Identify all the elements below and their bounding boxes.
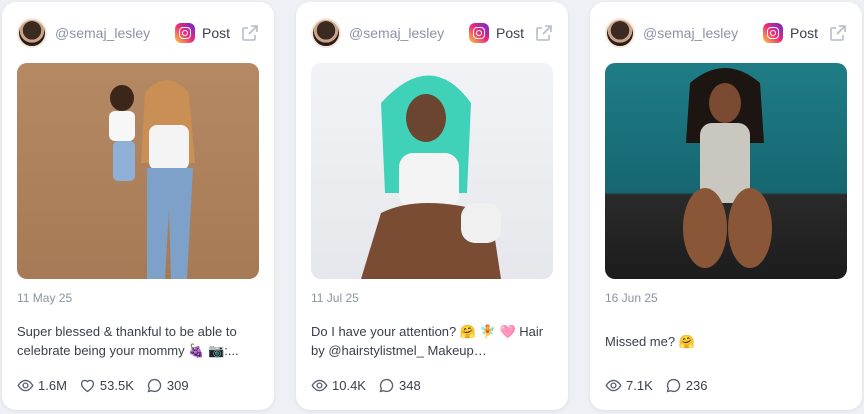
author-handle[interactable]: @semaj_lesley [55,25,175,41]
comments-count: 236 [685,378,708,393]
external-link-icon[interactable] [240,23,260,43]
views-stat: 10.4K [311,377,366,394]
platform-label: Post [201,25,230,41]
avatar[interactable] [605,18,635,48]
external-link-icon[interactable] [828,23,848,43]
comments-stat: 348 [378,377,421,394]
post-card[interactable]: @semaj_lesley Post 11 May 25 Super bless… [2,2,274,410]
author-handle[interactable]: @semaj_lesley [643,25,763,41]
instagram-icon [174,23,195,43]
instagram-icon [762,23,783,43]
post-caption: Do I have your attention? 🤗 🧚 🩷 Hair by … [311,324,544,358]
post-header: @semaj_lesley Post [17,16,260,50]
avatar[interactable] [311,18,341,48]
instagram-icon [468,23,489,43]
post-caption: Super blessed & thankful to be able to c… [17,324,239,358]
post-stats: 7.1K 236 [605,377,719,394]
eye-icon [605,379,622,392]
eye-icon [311,379,328,392]
post-card[interactable]: @semaj_lesley Post 11 Jul 25 Do I have y… [296,2,568,410]
avatar[interactable] [17,18,47,48]
post-card[interactable]: @semaj_lesley Post 16 Jun 25 Missed me? … [590,2,862,410]
likes-stat: 53.5K [79,377,134,394]
comment-icon [147,378,162,393]
post-header: @semaj_lesley Post [311,16,554,50]
views-stat: 1.6M [17,377,67,394]
post-stats: 10.4K 348 [311,377,433,394]
comments-stat: 309 [146,377,189,394]
comments-count: 309 [166,378,189,393]
post-image[interactable] [17,63,259,279]
views-stat: 7.1K [605,377,653,394]
views-count: 7.1K [626,378,653,393]
post-date: 16 Jun 25 [605,291,658,305]
comment-icon [666,378,680,393]
heart-icon [80,379,95,393]
views-count: 1.6M [38,378,67,393]
post-stats: 1.6M 53.5K 309 [17,377,201,394]
comment-icon [379,378,394,393]
external-link-icon[interactable] [534,23,554,43]
eye-icon [17,379,34,392]
likes-count: 53.5K [99,378,134,393]
post-caption: Missed me? 🤗 [605,334,695,349]
views-count: 10.4K [332,378,366,393]
platform-label: Post [495,25,524,41]
post-date: 11 Jul 25 [311,291,359,305]
post-header: @semaj_lesley Post [605,16,848,50]
platform-label: Post [789,25,818,41]
post-image[interactable] [605,63,847,279]
comments-count: 348 [398,378,421,393]
post-image[interactable] [311,63,553,279]
author-handle[interactable]: @semaj_lesley [349,25,469,41]
comments-stat: 236 [665,377,708,394]
post-date: 11 May 25 [17,291,73,305]
